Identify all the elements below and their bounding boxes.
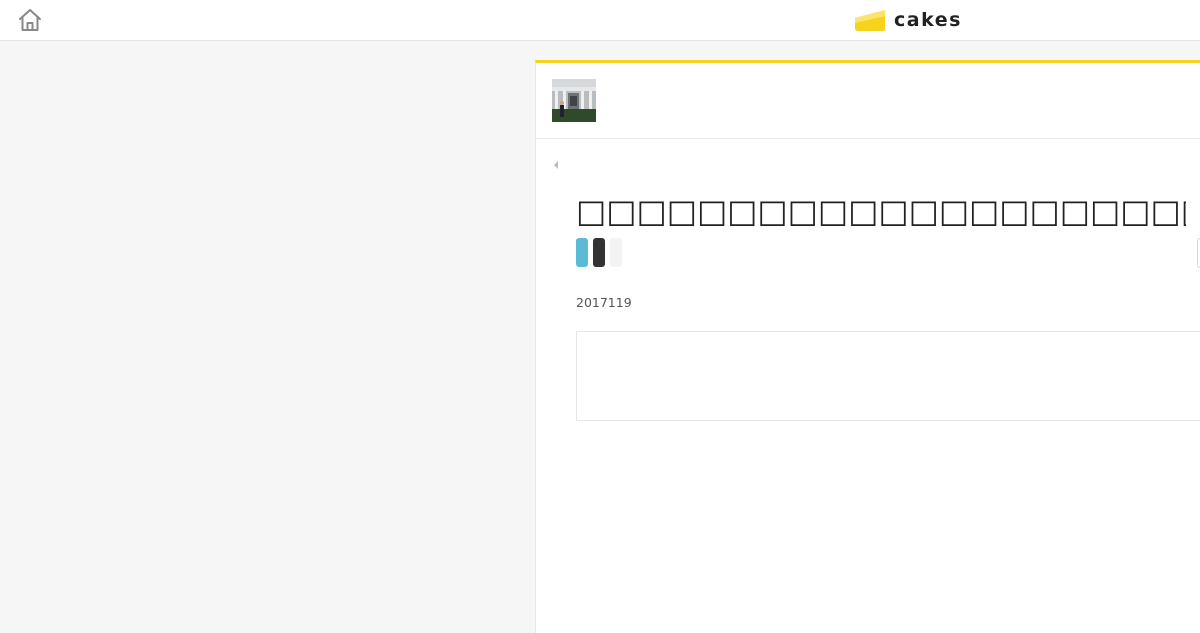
summary-box	[576, 331, 1200, 421]
caret-left-icon	[554, 161, 558, 169]
dark-share-button[interactable]	[593, 238, 605, 267]
logo-text: cakes	[894, 9, 962, 31]
series-header	[536, 63, 1200, 139]
article-panel: □□□□□□□□□□□□□□□□□□□□□□□□□□□□□□□□□□ 20171…	[535, 60, 1200, 633]
publish-date: 2017119	[576, 295, 632, 310]
white-house-photo	[552, 79, 596, 122]
share-buttons	[576, 238, 622, 268]
article-title: □□□□□□□□□□□□□□□□□□□□□□□□□□□□□□□□□□	[576, 192, 1186, 230]
cakes-logo[interactable]: cakes	[854, 6, 962, 34]
light-share-button[interactable]	[610, 238, 622, 267]
top-bar: cakes	[0, 0, 1200, 41]
twitter-share-button[interactable]	[576, 238, 588, 267]
home-icon	[19, 9, 41, 31]
home-button[interactable]	[16, 7, 44, 33]
cake-slice-icon	[855, 10, 885, 31]
series-thumbnail[interactable]	[552, 79, 596, 122]
left-sidebar	[0, 41, 535, 630]
back-button[interactable]	[552, 155, 560, 169]
